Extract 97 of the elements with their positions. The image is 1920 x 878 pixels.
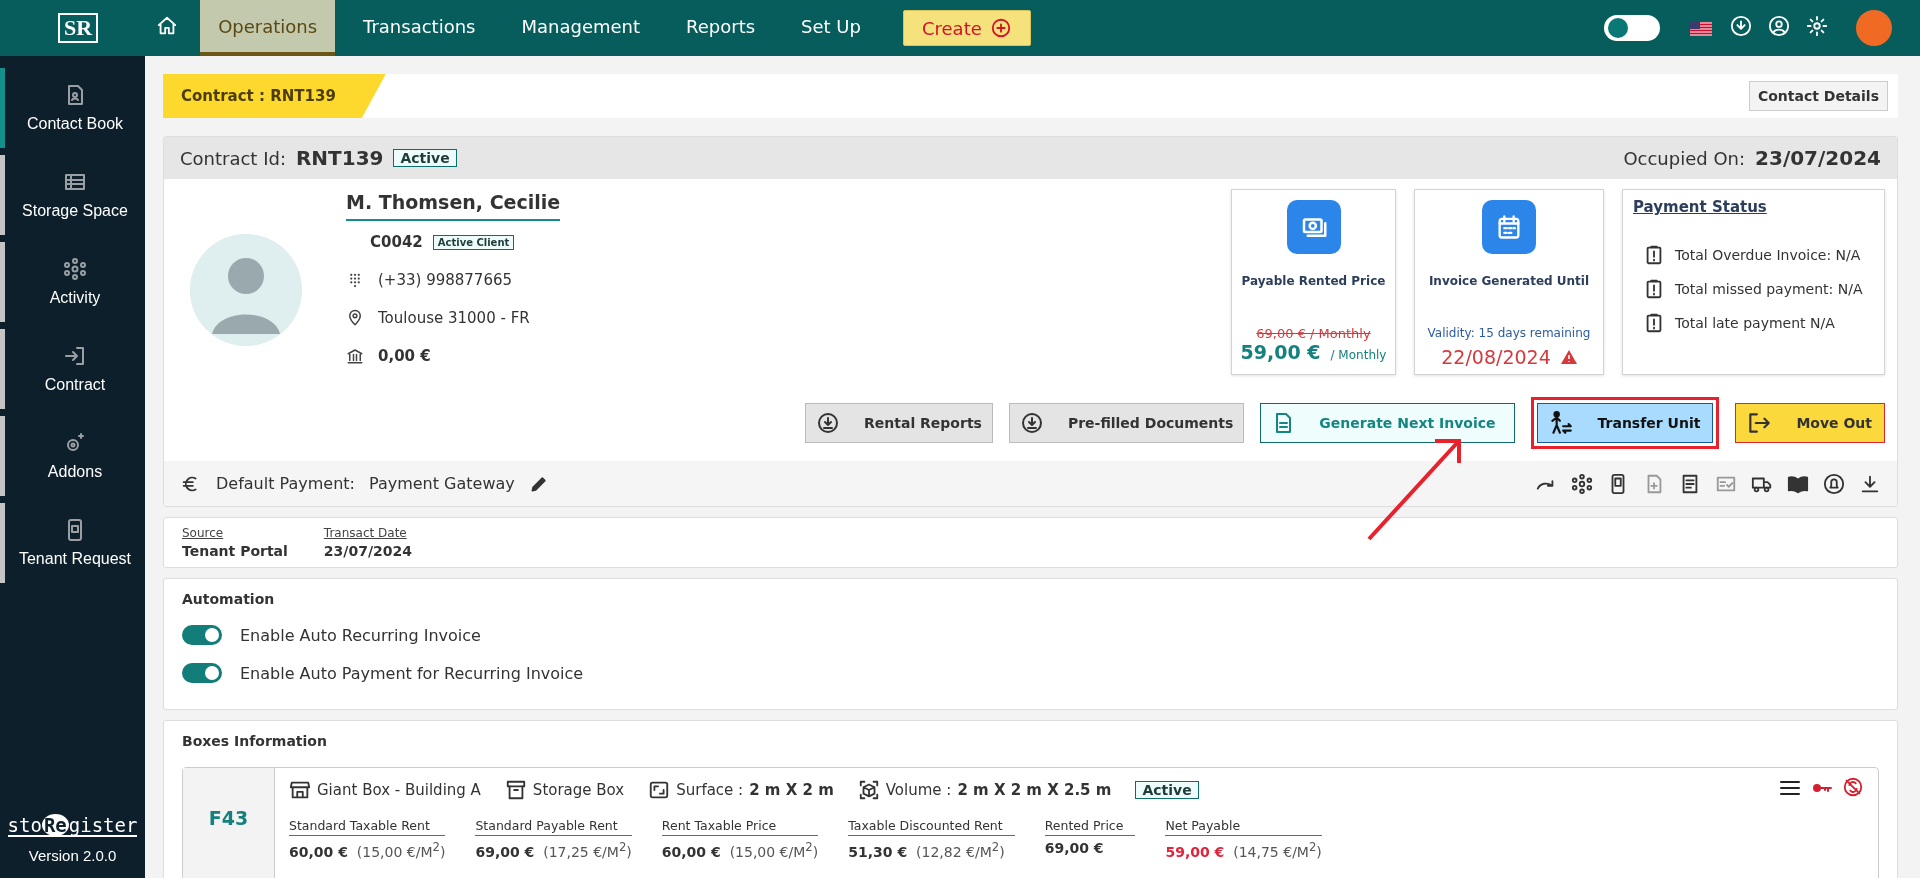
toggle-switch[interactable] <box>182 625 222 645</box>
cube-icon <box>857 779 880 801</box>
network-icon <box>63 257 87 281</box>
bank-icon <box>346 347 364 365</box>
action-button[interactable]: Pre-filled Documents <box>1008 403 1245 443</box>
box-code: F43 <box>183 768 275 878</box>
breadcrumb-tag: Contract : RNT139 <box>163 74 386 118</box>
price-label: Standard Taxable Rent <box>289 818 446 836</box>
client-status-badge: Active Client <box>432 234 515 250</box>
bell-icon[interactable] <box>1823 472 1845 495</box>
payment-status-item: Total missed payment: N/A <box>1675 281 1863 297</box>
corners-icon <box>648 779 671 801</box>
theme-toggle[interactable] <box>1604 15 1660 41</box>
sign-in-icon <box>63 344 87 368</box>
sidebar-item[interactable]: Contract <box>0 329 145 409</box>
price-period: / Monthly <box>1330 348 1387 362</box>
section-title: Automation <box>182 591 276 607</box>
price-value: 69,00 € (17,25 €/M$^{2}$) <box>475 840 632 860</box>
box-category: Storage Box <box>532 781 625 799</box>
price-label: Rented Price <box>1044 818 1136 836</box>
toggle-label: Enable Auto Recurring Invoice <box>240 625 481 645</box>
cancel-sync-icon <box>1842 776 1864 798</box>
flag-icon[interactable] <box>1690 20 1712 36</box>
price-label: Net Payable <box>1165 818 1322 836</box>
card-title: Payable Rented Price <box>1241 274 1386 288</box>
contact-details-button[interactable]: Contact Details <box>1748 81 1888 111</box>
sidebar-item[interactable]: Addons <box>0 416 145 496</box>
store-icon <box>289 779 311 801</box>
surface-label: Surface : <box>676 781 744 799</box>
occupied-label: Occupied On: <box>1623 147 1746 169</box>
version-label: Version 2.0.0 <box>28 847 117 864</box>
field-value: 23/07/2024 <box>323 543 412 559</box>
create-button[interactable]: Create <box>902 10 1031 46</box>
client-name: M. Thomsen, Cecilie <box>346 191 561 221</box>
exit-icon <box>1746 410 1773 436</box>
app-logo[interactable]: SR <box>58 13 99 43</box>
action-button[interactable]: Transfer Unit <box>1536 403 1714 443</box>
status-badge: Active <box>393 149 457 167</box>
nav-tab[interactable]: Management <box>503 0 659 56</box>
price-label: Rent Taxable Price <box>661 818 819 836</box>
price-label: Standard Payable Rent <box>475 818 632 836</box>
section-title: Boxes Information <box>182 733 328 749</box>
contract-id-label: Contract Id: <box>180 147 286 169</box>
location-pin-icon <box>346 309 364 327</box>
sidebar-item[interactable]: Storage Space <box>0 155 145 235</box>
price-value: 51,30 € (12,82 €/M$^{2}$) <box>848 840 1006 860</box>
client-balance: 0,00 € <box>378 347 431 365</box>
payment-status-item: Total late payment N/A <box>1675 315 1835 331</box>
field-label: Source <box>182 526 225 540</box>
sidebar-item[interactable]: Contact Book <box>0 68 145 148</box>
status-badge: Active <box>1135 781 1199 799</box>
settings-icon <box>1806 15 1828 37</box>
user-avatar[interactable] <box>1856 10 1892 46</box>
action-button[interactable]: Rental Reports <box>805 403 993 443</box>
brand-logo: sto Re gister <box>7 816 138 837</box>
volume-label: Volume : <box>885 781 952 799</box>
nav-tab[interactable]: Set Up <box>783 0 879 56</box>
client-phone: (+33) 998877665 <box>378 271 513 289</box>
download-icon <box>1730 15 1752 37</box>
contract-id: RNT139 <box>295 146 384 170</box>
price-value: 60,00 € (15,00 €/M$^{2}$) <box>289 840 446 860</box>
default-payment-value: Payment Gateway <box>369 474 515 493</box>
default-payment-label: Default Payment: <box>216 474 355 493</box>
download-circle-icon <box>1019 411 1044 435</box>
sidebar-item[interactable]: Activity <box>0 242 145 322</box>
nav-tab[interactable]: Transactions <box>345 0 494 56</box>
nav-tab[interactable]: Operations <box>200 0 336 56</box>
price-value: 59,00 € (14,75 €/M$^{2}$) <box>1165 840 1322 860</box>
field-label: Transact Date <box>323 526 408 540</box>
action-button[interactable]: Move Out <box>1735 403 1885 443</box>
validity-text: Validity: 15 days remaining <box>1427 326 1591 340</box>
toggle-switch[interactable] <box>182 663 222 683</box>
price-value: 60,00 € (15,00 €/M$^{2}$) <box>661 840 819 860</box>
old-price: 69,00 € / Monthly <box>1256 326 1371 341</box>
occupied-date: 23/07/2024 <box>1755 146 1881 170</box>
box-type: Giant Box - Building A <box>317 781 481 799</box>
network-icon[interactable] <box>1571 472 1593 495</box>
price-value: 59,00 € <box>1240 341 1321 363</box>
download-circle-icon <box>816 411 840 435</box>
volume-value: 2 m X 2 m X 2.5 m <box>957 781 1112 799</box>
archive-box-icon <box>504 779 527 801</box>
surface-value: 2 m X 2 m <box>749 781 834 799</box>
payment-status-item: Total Overdue Invoice: N/A <box>1675 247 1861 263</box>
card-title: Invoice Generated Until <box>1428 274 1590 288</box>
price-value: 69,00 € <box>1044 840 1105 856</box>
toggle-label: Enable Auto Payment for Recurring Invoice <box>240 663 584 683</box>
sidebar-item[interactable]: Tenant Request <box>0 503 145 583</box>
price-label: Taxable Discounted Rent <box>848 818 1015 836</box>
field-value: Tenant Portal <box>182 543 288 559</box>
client-address: Toulouse 31000 - FR <box>378 309 530 327</box>
client-code: C0042 <box>370 233 423 251</box>
plus-circle-icon <box>989 17 1012 39</box>
action-button[interactable]: Generate Next Invoice <box>1260 403 1515 443</box>
user-circle-icon <box>1768 15 1790 37</box>
payment-status-link[interactable]: Payment Status <box>1633 198 1767 216</box>
nav-tab[interactable]: Reports <box>668 0 774 56</box>
invoice-date: 22/08/2024 <box>1441 346 1551 368</box>
